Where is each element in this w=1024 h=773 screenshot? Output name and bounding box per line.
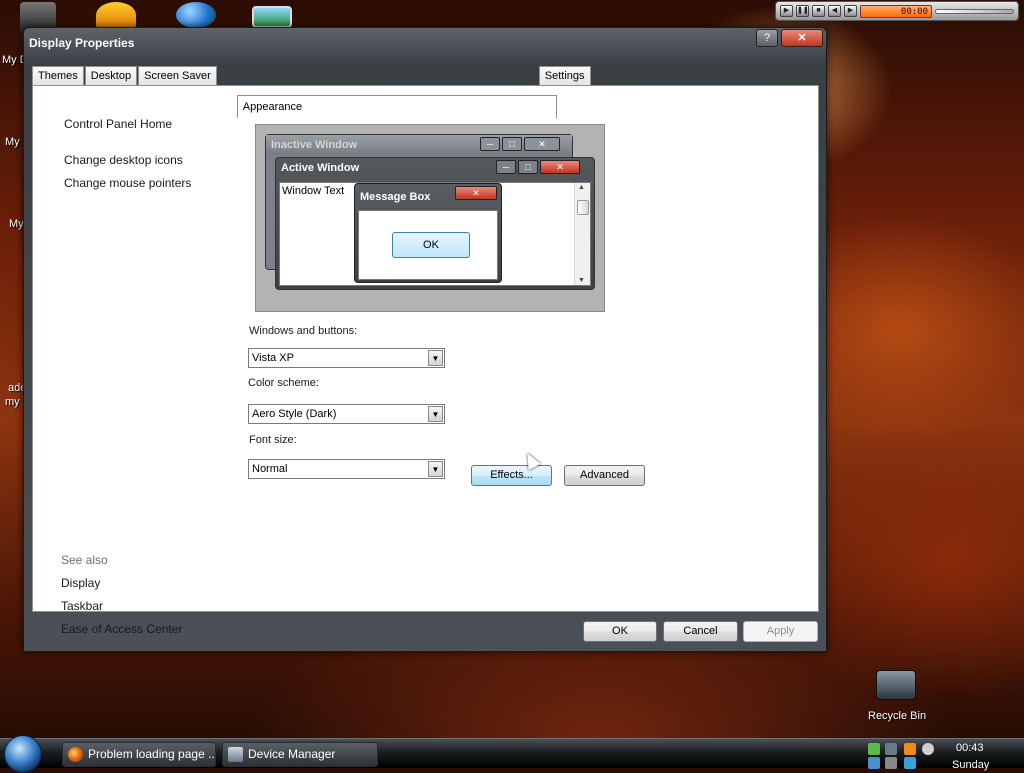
font-size-value: Normal <box>252 463 288 475</box>
taskbar-item-device-manager[interactable]: Device Manager <box>222 742 378 767</box>
help-button[interactable]: ? <box>756 29 778 47</box>
see-also-heading: See also <box>61 553 108 567</box>
apply-button[interactable]: Apply <box>743 621 818 642</box>
windows-buttons-select[interactable]: Vista XP ▼ <box>248 348 445 368</box>
previous-icon[interactable]: ◀ <box>828 5 841 17</box>
close-icon: ✕ <box>540 160 580 174</box>
internet-icon[interactable] <box>176 2 216 28</box>
color-scheme-label: Color scheme: <box>248 377 319 389</box>
stop-icon[interactable]: ■ <box>812 5 825 17</box>
tray-icon[interactable] <box>885 757 897 769</box>
start-button[interactable] <box>4 735 42 773</box>
firefox-icon <box>68 747 83 762</box>
desktop-icon-label[interactable]: My <box>9 218 24 230</box>
ok-button[interactable]: OK <box>583 621 657 642</box>
change-desktop-icons-link[interactable]: Change desktop icons <box>64 153 183 167</box>
taskbar-item-label: Problem loading page ... <box>88 747 216 761</box>
taskbar: Problem loading page ... Device Manager … <box>0 735 1024 773</box>
tab-desktop[interactable]: Desktop <box>84 66 138 85</box>
font-size-label: Font size: <box>249 434 297 446</box>
close-button[interactable]: ✕ <box>781 29 823 47</box>
chevron-down-icon[interactable]: ▼ <box>428 406 443 422</box>
advanced-button[interactable]: Advanced <box>564 465 645 486</box>
taskbar-item-browser[interactable]: Problem loading page ... <box>62 742 216 767</box>
desktop-icon-label[interactable]: my <box>5 396 20 408</box>
cancel-button[interactable]: Cancel <box>663 621 738 642</box>
scroll-down-icon: ▼ <box>578 277 585 284</box>
display-link[interactable]: Display <box>61 576 100 590</box>
chevron-down-icon[interactable]: ▼ <box>428 461 443 477</box>
recycle-bin-label[interactable]: Recycle Bin <box>868 710 926 722</box>
windows-buttons-value: Vista XP <box>252 352 294 364</box>
tab-screen-saver[interactable]: Screen Saver <box>138 66 217 85</box>
play-icon[interactable]: ▶ <box>780 5 793 17</box>
window-title: Display Properties <box>29 36 135 50</box>
picture-icon[interactable] <box>252 6 292 28</box>
tab-themes[interactable]: Themes <box>32 66 84 85</box>
task-sidebar: Control Panel Home Change desktop icons … <box>33 86 238 636</box>
tray-icon[interactable] <box>868 757 880 769</box>
change-mouse-pointers-link[interactable]: Change mouse pointers <box>64 176 191 190</box>
tab-settings[interactable]: Settings <box>538 66 591 85</box>
message-box-preview: Message Box ✕ OK <box>354 183 502 283</box>
close-icon: ✕ <box>455 186 497 200</box>
windows-buttons-label: Windows and buttons: <box>249 325 358 337</box>
preview-scrollbar: ▲ ▼ <box>574 183 590 285</box>
scroll-up-icon: ▲ <box>578 184 585 191</box>
minimize-icon: ─ <box>496 160 516 174</box>
device-manager-icon <box>228 747 243 762</box>
taskbar-link[interactable]: Taskbar <box>61 599 103 613</box>
maximize-icon: □ <box>518 160 538 174</box>
appearance-preview: Inactive Window ─ □ ✕ Active Window ─ □ … <box>255 124 605 312</box>
color-scheme-value: Aero Style (Dark) <box>252 408 337 420</box>
tray-icon[interactable] <box>904 757 916 769</box>
close-icon: ✕ <box>524 137 560 151</box>
message-box-body: OK <box>358 210 498 280</box>
display-properties-window: Display Properties ? ✕ Themes Desktop Sc… <box>23 27 827 652</box>
taskbar-item-label: Device Manager <box>248 747 336 761</box>
volume-slider[interactable] <box>935 8 1014 14</box>
network-icon[interactable] <box>868 743 880 755</box>
effects-button[interactable]: Effects... <box>471 465 552 486</box>
tab-bar: Themes Desktop Screen Saver Appearance S… <box>32 63 592 118</box>
vlc-icon[interactable] <box>96 2 136 28</box>
scroll-thumb <box>577 200 589 215</box>
appearance-panel: Control Panel Home Change desktop icons … <box>32 85 819 636</box>
tab-appearance[interactable]: Appearance <box>236 95 557 118</box>
color-scheme-select[interactable]: Aero Style (Dark) ▼ <box>248 404 445 424</box>
ease-of-access-link[interactable]: Ease of Access Center <box>61 622 182 636</box>
security-icon[interactable] <box>885 743 897 755</box>
media-tray-icon[interactable] <box>904 743 916 755</box>
maximize-icon: □ <box>502 137 522 151</box>
clock-day[interactable]: Sunday <box>952 759 989 771</box>
font-size-select[interactable]: Normal ▼ <box>248 459 445 479</box>
recycle-bin-icon[interactable] <box>876 670 916 700</box>
control-panel-home-link[interactable]: Control Panel Home <box>64 117 172 131</box>
media-time: 00:00 <box>860 4 932 18</box>
pause-icon[interactable]: ❚❚ <box>796 5 809 17</box>
volume-icon[interactable] <box>922 743 934 755</box>
next-icon[interactable]: ▶ <box>844 5 857 17</box>
media-player-bar: ▶ ❚❚ ■ ◀ ▶ 00:00 <box>775 1 1019 21</box>
window-text: Window Text <box>282 185 345 197</box>
title-bar[interactable]: Display Properties ? ✕ <box>24 28 826 56</box>
minimize-icon: ─ <box>480 137 500 151</box>
desktop-icon-label[interactable]: My <box>5 136 20 148</box>
message-box-ok-button: OK <box>392 232 470 258</box>
chevron-down-icon[interactable]: ▼ <box>428 350 443 366</box>
clock-time[interactable]: 00:43 <box>956 742 984 754</box>
